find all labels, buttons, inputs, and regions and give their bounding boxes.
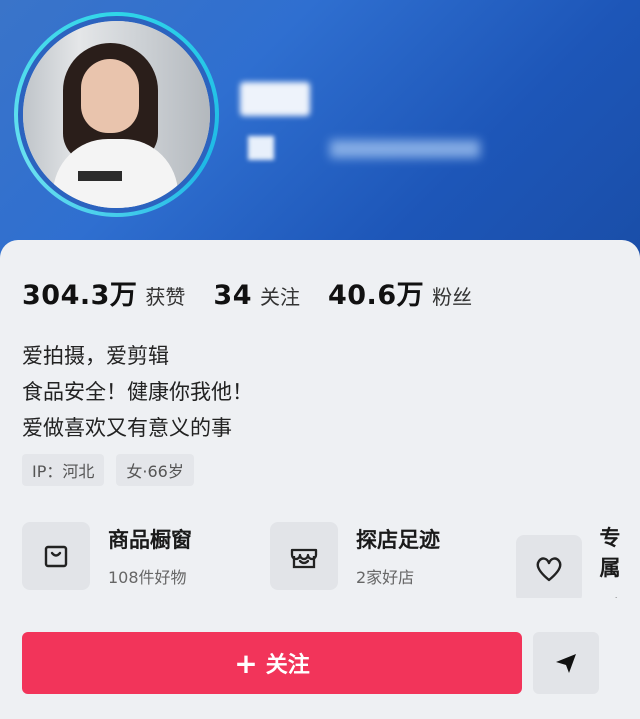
feature-row: 商品橱窗 108件好物 探店足迹 2家好店 专属 1条 <box>22 522 640 598</box>
profile-tags: IP：河北 女·66岁 <box>22 454 194 486</box>
gender-age-tag: 女·66岁 <box>116 454 194 486</box>
feature-store-visits[interactable]: 探店足迹 2家好店 <box>270 522 440 590</box>
profile-header <box>0 0 640 260</box>
profile-stats: 304.3万 获赞 34 关注 40.6万 粉丝 <box>22 273 500 312</box>
followers-count[interactable]: 40.6万 <box>328 273 424 312</box>
plus-icon: + <box>234 646 258 680</box>
follow-button-label: 关注 <box>265 653 310 678</box>
shopping-bag-icon <box>22 522 90 590</box>
followers-label[interactable]: 粉丝 <box>432 281 472 310</box>
bio-line: 爱拍摄，爱剪辑 <box>22 344 169 368</box>
avatar-shirt-print <box>78 171 122 181</box>
feature-title: 探店足迹 <box>356 528 440 552</box>
likes-count[interactable]: 304.3万 <box>22 273 137 312</box>
share-button[interactable] <box>533 632 599 694</box>
feature-shop-window[interactable]: 商品橱窗 108件好物 <box>22 522 192 590</box>
store-icon <box>270 522 338 590</box>
feature-subtitle: 2家好店 <box>356 568 415 587</box>
following-label[interactable]: 关注 <box>260 281 300 310</box>
feature-exclusive[interactable]: 专属 1条 <box>516 522 640 598</box>
likes-label[interactable]: 获赞 <box>145 281 185 310</box>
feature-title: 专属 <box>599 526 621 580</box>
blurred-account-id <box>330 140 480 158</box>
avatar-ring[interactable] <box>14 12 219 217</box>
ip-location-tag: IP：河北 <box>22 454 105 486</box>
following-count[interactable]: 34 <box>213 280 252 311</box>
avatar-face <box>81 59 139 133</box>
heart-icon <box>516 535 582 598</box>
feature-title: 商品橱窗 <box>108 528 192 552</box>
feature-subtitle: 1条 <box>600 592 640 598</box>
profile-bio: 爱拍摄，爱剪辑 食品安全！健康你我他！ 爱做喜欢又有意义的事 <box>22 338 253 446</box>
blurred-username <box>240 82 310 116</box>
follow-button[interactable]: + 关注 <box>22 632 522 694</box>
avatar[interactable] <box>18 16 215 213</box>
bio-line: 食品安全！健康你我他！ <box>22 380 253 404</box>
send-icon <box>556 654 576 673</box>
blurred-id-icon <box>248 136 274 160</box>
feature-subtitle: 108件好物 <box>108 568 187 587</box>
bio-line: 爱做喜欢又有意义的事 <box>22 416 232 440</box>
